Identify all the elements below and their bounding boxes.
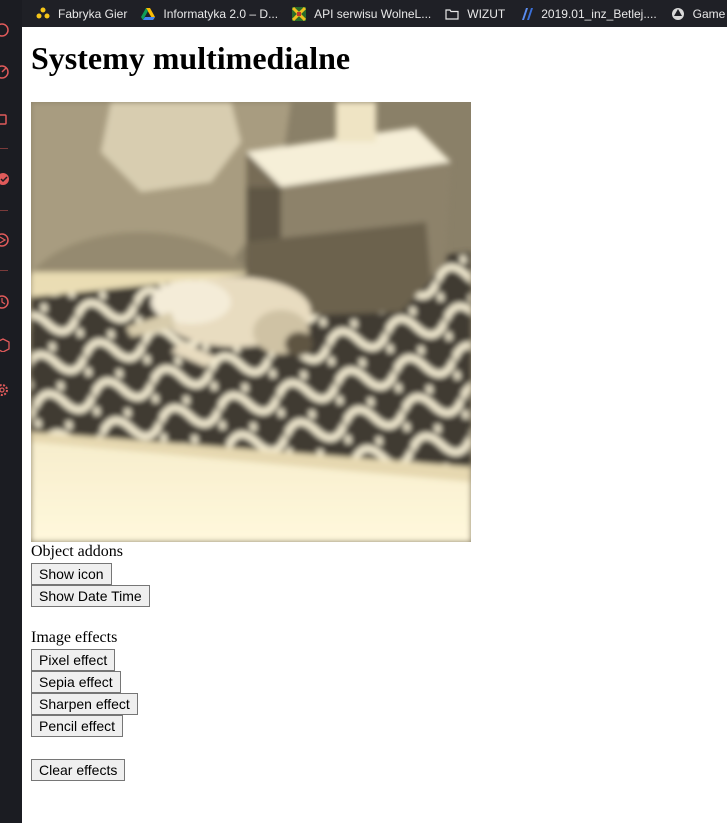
clear-effects-button[interactable]: Clear effects xyxy=(31,759,126,781)
sidebar-divider xyxy=(0,148,8,149)
page-content: Systemy multimedialne Object addons Show… xyxy=(31,27,727,781)
jira-icon xyxy=(522,7,534,20)
page-title: Systemy multimedialne xyxy=(31,40,351,76)
cube-icon[interactable] xyxy=(0,338,14,352)
bookmark-label: API serwisu WolneL... xyxy=(314,6,432,21)
show-date-time-button[interactable]: Show Date Time xyxy=(31,585,150,607)
bookmarks-bar: Fabryka Gier Informatyka 2.0 – D... API … xyxy=(22,0,727,27)
bookmark-api-wolnelektury[interactable]: API serwisu WolneL... xyxy=(292,6,432,21)
google-drive-icon xyxy=(141,7,156,20)
controls-panel: Object addons Show icon Show Date Time I… xyxy=(31,543,150,781)
bookmark-label: 2019.01_inz_Betlej.... xyxy=(541,6,657,21)
sidebar-divider xyxy=(0,210,8,211)
show-icon-button[interactable]: Show icon xyxy=(31,563,112,585)
bookmark-label: Fabryka Gier xyxy=(58,6,128,21)
speed-dial-icon[interactable] xyxy=(0,65,14,79)
sepia-photo-canvas xyxy=(31,102,471,542)
history-icon[interactable] xyxy=(0,295,14,309)
sidebar-divider xyxy=(0,270,8,271)
unity-icon xyxy=(671,7,684,20)
camera-image xyxy=(31,102,471,542)
sharpen-effect-button[interactable]: Sharpen effect xyxy=(31,693,138,715)
bookmark-inz-betlej[interactable]: 2019.01_inz_Betlej.... xyxy=(519,6,657,21)
bookmark-label: Informatyka 2.0 – D... xyxy=(163,6,279,21)
whatsapp-icon[interactable] xyxy=(0,23,14,37)
image-effects-label: Image effects xyxy=(31,629,118,646)
browser-sidebar xyxy=(0,0,22,823)
bookmark-game-maker[interactable]: Game Ma xyxy=(671,7,727,21)
pencil-effect-button[interactable]: Pencil effect xyxy=(31,715,124,737)
settings-icon[interactable] xyxy=(0,383,14,397)
bookmark-wizut-folder[interactable]: WIZUT xyxy=(445,7,505,21)
pixel-effect-button[interactable]: Pixel effect xyxy=(31,649,116,671)
folder-icon xyxy=(445,8,459,20)
wolne-lektury-icon xyxy=(292,6,307,21)
bookmark-informatyka[interactable]: Informatyka 2.0 – D... xyxy=(141,7,278,21)
bookmark-label: Game Ma xyxy=(692,6,727,21)
bag-icon[interactable] xyxy=(0,112,14,126)
send-icon[interactable] xyxy=(0,233,14,247)
object-addons-label: Object addons xyxy=(31,543,123,560)
bookmark-fabryka-gier[interactable]: Fabryka Gier xyxy=(36,7,127,21)
sepia-effect-button[interactable]: Sepia effect xyxy=(31,671,121,693)
fabryka-gier-icon xyxy=(36,7,50,18)
bookmark-label: WIZUT xyxy=(467,6,506,21)
heart-icon[interactable] xyxy=(0,172,14,186)
